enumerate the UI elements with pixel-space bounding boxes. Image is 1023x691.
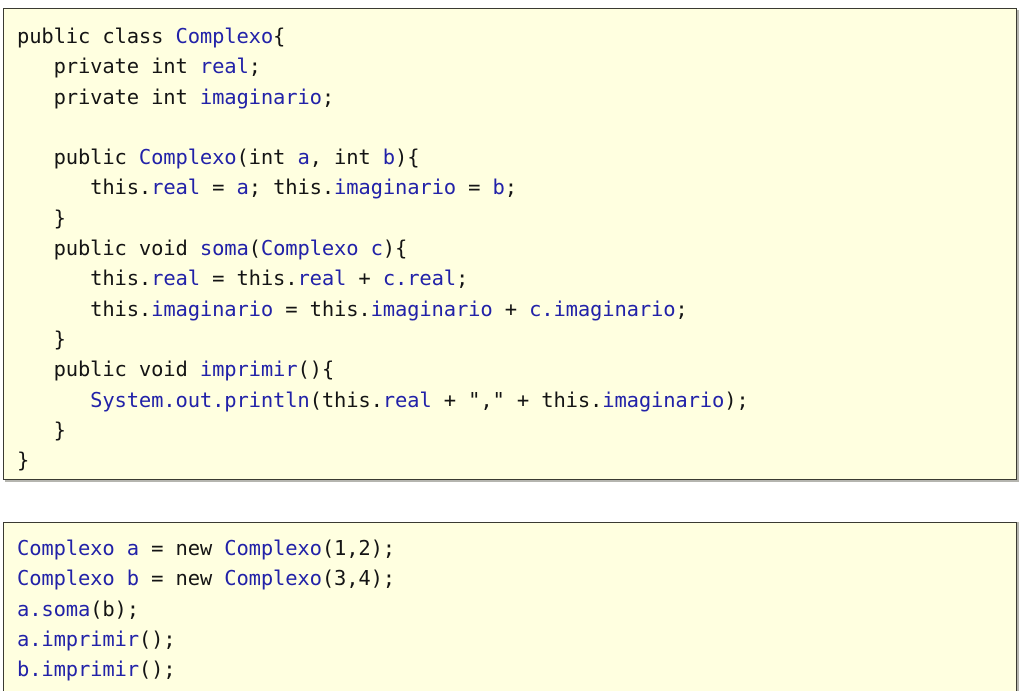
- code-punctuation: = new: [138, 536, 225, 560]
- code-identifier: Complexo b: [17, 566, 139, 591]
- code-identifier: a.imprimir: [17, 626, 139, 651]
- code-identifier: a.soma: [17, 596, 91, 621]
- code-line: }: [17, 203, 1016, 233]
- code-identifier: c.imaginario: [529, 296, 676, 321]
- code-punctuation: = this.: [273, 296, 371, 321]
- code-punctuation: ;: [455, 266, 469, 291]
- code-punctuation: this.: [17, 266, 152, 291]
- code-identifier: a: [297, 145, 310, 170]
- code-identifier: imaginario: [370, 296, 493, 321]
- code-line: }: [17, 324, 1016, 354]
- code-identifier: Complexo a: [17, 536, 139, 560]
- code-identifier: imprimir: [199, 357, 298, 382]
- code-punctuation: +: [346, 266, 383, 291]
- code-identifier: real: [151, 175, 200, 200]
- code-punctuation: = this.: [199, 266, 298, 291]
- code-punctuation: }: [17, 326, 66, 351]
- code-punctuation: =: [199, 175, 237, 200]
- code-identifier: Complexo: [224, 566, 322, 591]
- code-line: this.real = a; this.imaginario = b;: [17, 172, 1016, 202]
- code-listing-block-2: Complexo a = new Complexo(1,2); Complexo …: [3, 522, 1017, 691]
- code-line: public void imprimir(){: [17, 354, 1016, 384]
- code-line: private int real;: [17, 51, 1016, 81]
- code-punctuation: private int: [17, 84, 200, 109]
- code-punctuation: }: [17, 448, 30, 473]
- code-line: Complexo b = new Complexo(3,4);: [17, 563, 1016, 593]
- code-listing-page: public class Complexo{ private int real;…: [0, 0, 1023, 691]
- code-identifier: imaginario: [199, 84, 322, 109]
- code-block-complexo-usage[interactable]: Complexo a = new Complexo(1,2); Complexo …: [4, 533, 1016, 684]
- code-block-complexo-class[interactable]: public class Complexo{ private int real;…: [4, 21, 1016, 475]
- code-punctuation: public class: [17, 24, 176, 48]
- code-line: }: [17, 415, 1016, 445]
- code-punctuation: =: [455, 175, 493, 200]
- code-line: }: [17, 445, 1016, 475]
- code-punctuation: , int: [309, 145, 383, 170]
- code-identifier: Complexo: [224, 536, 322, 560]
- code-punctuation: ();: [138, 626, 176, 651]
- code-punctuation: private int: [17, 54, 200, 79]
- code-identifier: real: [151, 266, 200, 291]
- code-punctuation: {: [273, 24, 286, 48]
- code-punctuation: ;: [504, 175, 517, 200]
- code-punctuation: }: [17, 205, 66, 230]
- code-line: public class Complexo{: [17, 21, 1016, 51]
- code-punctuation: + "," + this.: [431, 387, 603, 412]
- code-identifier: a: [236, 175, 249, 200]
- code-punctuation: ();: [138, 657, 176, 682]
- code-identifier: real: [199, 54, 249, 79]
- code-punctuation: this.: [17, 175, 152, 200]
- code-punctuation: = new: [138, 566, 225, 591]
- code-line: a.imprimir();: [17, 624, 1016, 654]
- code-identifier: real: [297, 266, 347, 291]
- code-punctuation: (3,4);: [321, 566, 395, 591]
- code-identifier: Complexo: [175, 24, 274, 48]
- code-punctuation: ;: [248, 54, 261, 79]
- code-identifier: b: [492, 175, 505, 200]
- code-punctuation: public void: [17, 236, 200, 261]
- code-punctuation: (this.: [309, 387, 383, 412]
- code-line: a.soma(b);: [17, 594, 1016, 624]
- code-identifier: Complexo: [138, 145, 237, 170]
- code-punctuation: ;: [321, 84, 335, 109]
- code-punctuation: public void: [17, 357, 200, 382]
- code-punctuation: (: [248, 236, 261, 261]
- code-identifier: Complexo c: [260, 236, 383, 261]
- code-punctuation: [17, 388, 90, 412]
- code-line: b.imprimir();: [17, 654, 1016, 684]
- code-punctuation: ){: [395, 145, 420, 170]
- code-line: public Complexo(int a, int b){: [17, 142, 1016, 172]
- code-punctuation: (int: [236, 145, 298, 170]
- code-identifier: imaginario: [151, 296, 274, 321]
- code-punctuation: ){: [382, 236, 408, 261]
- code-line: this.imaginario = this.imaginario + c.im…: [17, 294, 1016, 324]
- code-listing-block-1: public class Complexo{ private int real;…: [3, 8, 1017, 480]
- code-line: public void soma(Complexo c){: [17, 233, 1016, 263]
- code-line: private int imaginario;: [17, 82, 1016, 112]
- code-punctuation: ; this.: [248, 175, 335, 200]
- code-punctuation: (b);: [90, 596, 139, 621]
- code-punctuation: (){: [297, 357, 335, 382]
- code-punctuation: );: [724, 387, 749, 412]
- code-punctuation: public: [17, 145, 139, 170]
- code-identifier: imaginario: [334, 175, 456, 200]
- code-line: System.out.println(this.real + "," + thi…: [17, 385, 1016, 415]
- code-punctuation: +: [492, 296, 530, 321]
- code-punctuation: (1,2);: [321, 536, 395, 560]
- code-identifier: c.real: [382, 266, 456, 291]
- code-identifier: System.out.println: [90, 387, 310, 412]
- code-punctuation: }: [17, 417, 66, 442]
- code-line: this.real = this.real + c.real;: [17, 263, 1016, 293]
- code-identifier: imaginario: [602, 387, 725, 412]
- code-line: Complexo a = new Complexo(1,2);: [17, 533, 1016, 563]
- code-identifier: b.imprimir: [17, 657, 139, 682]
- code-punctuation: ;: [675, 296, 688, 321]
- code-punctuation: this.: [17, 296, 152, 321]
- code-identifier: b: [382, 145, 395, 170]
- code-identifier: soma: [199, 236, 249, 261]
- code-identifier: real: [382, 387, 432, 412]
